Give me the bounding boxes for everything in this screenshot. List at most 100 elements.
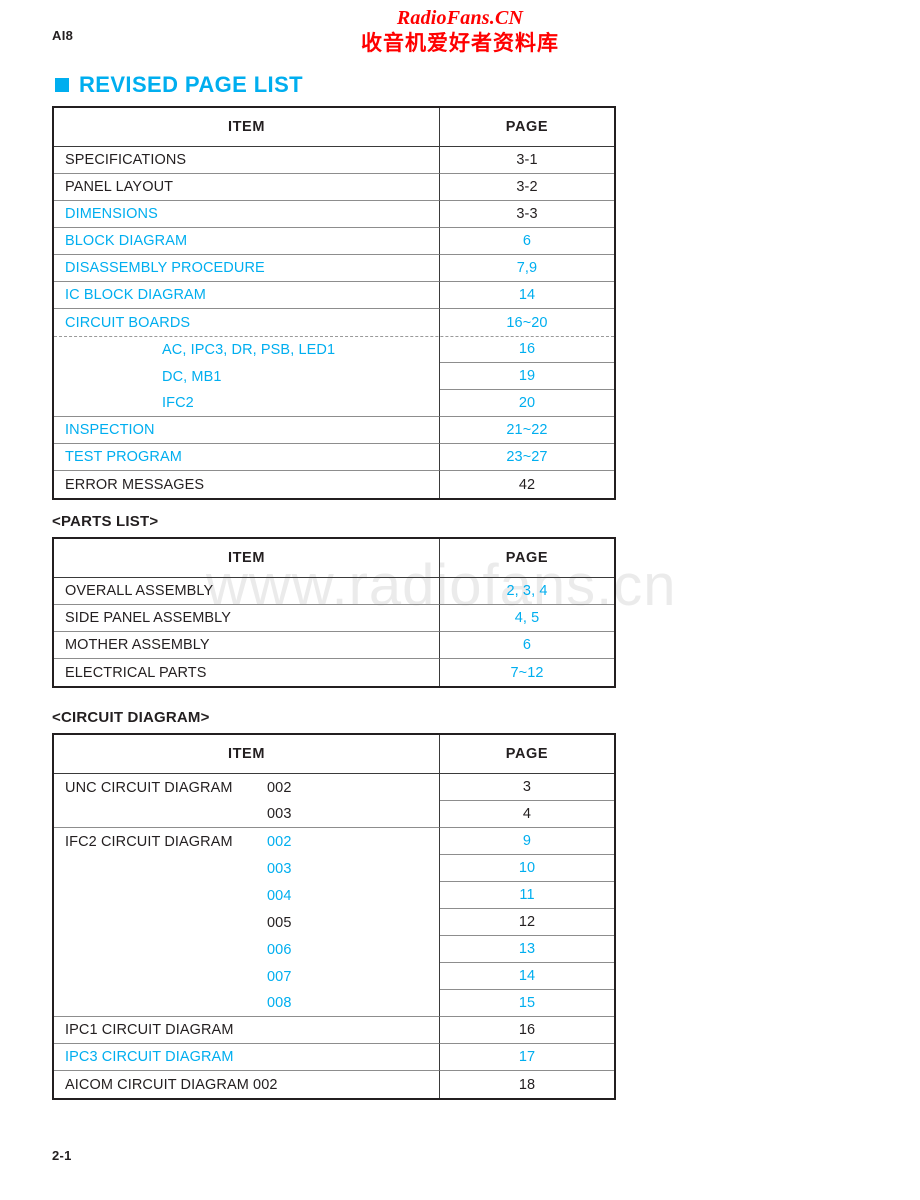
cell-item: SPECIFICATIONS — [54, 147, 440, 174]
cell-item: 003 — [54, 855, 440, 882]
table-row: 008 15 — [54, 990, 614, 1017]
circuit-diagram-heading: <CIRCUIT DIAGRAM> — [52, 709, 210, 726]
cell-item-label: DIMENSIONS — [65, 206, 158, 222]
page-header-model-code: AI8 — [52, 28, 74, 43]
table-row: AC, IPC3, DR, PSB, LED1 16 — [54, 336, 614, 363]
cell-page-value: 3-1 — [516, 152, 538, 168]
cell-page: 6 — [440, 228, 614, 255]
cell-page-value: 4 — [522, 806, 532, 822]
cell-page-value: 19 — [518, 368, 536, 384]
cell-page-value: 6 — [522, 637, 532, 653]
cell-item: BLOCK DIAGRAM — [54, 228, 440, 255]
table-row: 004 11 — [54, 882, 614, 909]
table-row: SPECIFICATIONS 3-1 — [54, 147, 614, 174]
table-row: IC BLOCK DIAGRAM 14 — [54, 282, 614, 309]
cell-item: 008 — [54, 990, 440, 1017]
cell-item: 006 — [54, 936, 440, 963]
cell-item-label: SIDE PANEL ASSEMBLY — [65, 610, 232, 626]
cell-item-label: ELECTRICAL PARTS — [65, 664, 207, 681]
cell-page-value: 7,9 — [516, 260, 538, 276]
watermark-latin-text: RadioFans.CN — [396, 7, 524, 29]
cell-item: IC BLOCK DIAGRAM — [54, 282, 440, 309]
table-row: IPC3 CIRCUIT DIAGRAM 17 — [54, 1044, 614, 1071]
cell-page-value: 16~20 — [506, 314, 548, 331]
cell-page: 4 — [440, 801, 614, 828]
cell-page: 7,9 — [440, 255, 614, 282]
cell-item: SIDE PANEL ASSEMBLY — [54, 605, 440, 632]
cell-item-subnumber: 008 — [267, 995, 292, 1011]
cell-item: DIMENSIONS — [54, 201, 440, 228]
cell-page-value: 14 — [518, 968, 536, 984]
cell-page-value: 21~22 — [506, 422, 548, 438]
cell-item-label: PANEL LAYOUT — [65, 179, 174, 195]
table-header-row: ITEM PAGE — [54, 108, 614, 147]
cell-page: 23~27 — [440, 444, 614, 471]
cell-item: OVERALL ASSEMBLY — [54, 578, 440, 605]
table-row: UNC CIRCUIT DIAGRAM 002 3 — [54, 774, 614, 801]
table-row: IFC2 20 — [54, 390, 614, 417]
cell-item: 007 — [54, 963, 440, 990]
cell-page: 6 — [440, 632, 614, 659]
table-row: DIMENSIONS 3-3 — [54, 201, 614, 228]
cell-item-label: SPECIFICATIONS — [65, 152, 187, 168]
cell-page: 3-1 — [440, 147, 614, 174]
cell-page-value: 2, 3, 4 — [506, 583, 548, 599]
table-row: ERROR MESSAGES 42 — [54, 471, 614, 498]
cell-page: 11 — [440, 882, 614, 909]
cell-page-value: 3-2 — [516, 179, 538, 195]
cell-page-value: 18 — [518, 1076, 536, 1093]
cell-item-label: CIRCUIT BOARDS — [65, 314, 191, 331]
cell-page-value: 11 — [519, 887, 535, 903]
cell-item: INSPECTION — [54, 417, 440, 444]
cell-item: 003 — [54, 801, 440, 828]
cell-item-label: IFC2 — [162, 395, 194, 411]
watermark-cjk-text: 收音机爱好者资料库 — [361, 30, 559, 55]
cell-page-value: 4, 5 — [514, 610, 540, 626]
cell-page: 4, 5 — [440, 605, 614, 632]
cell-item: AC, IPC3, DR, PSB, LED1 — [54, 336, 440, 363]
cell-item-label: IPC1 CIRCUIT DIAGRAM — [65, 1022, 234, 1038]
cell-page: 21~22 — [440, 417, 614, 444]
circuit-diagram-body: UNC CIRCUIT DIAGRAM 002 3 003 4 IFC2 CIRCUIT … — [54, 774, 614, 1098]
column-header-page: PAGE — [505, 550, 549, 566]
cell-page-value: 17 — [518, 1049, 536, 1065]
cell-item: DC, MB1 — [54, 363, 440, 390]
cell-page: 9 — [440, 828, 614, 855]
cell-item-label: IPC3 CIRCUIT DIAGRAM — [65, 1049, 234, 1065]
cell-item: 004 — [54, 882, 440, 909]
cell-item: MOTHER ASSEMBLY — [54, 632, 440, 659]
cell-item: 005 — [54, 909, 440, 936]
cell-page: 13 — [440, 936, 614, 963]
page-footer-number: 2-1 — [52, 1148, 72, 1163]
table-row: DC, MB1 19 — [54, 363, 614, 390]
cell-item: TEST PROGRAM — [54, 444, 440, 471]
cell-page-value: 42 — [518, 476, 536, 493]
cell-item-label: BLOCK DIAGRAM — [65, 233, 188, 249]
cell-page: 17 — [440, 1044, 614, 1071]
cell-item-subnumber: 003 — [267, 860, 292, 877]
table-row: 003 4 — [54, 801, 614, 828]
cell-page: 2, 3, 4 — [440, 578, 614, 605]
cell-page: 10 — [440, 855, 614, 882]
cell-page-value: 7~12 — [510, 664, 544, 681]
table-row: 003 10 — [54, 855, 614, 882]
section-title: REVISED PAGE LIST — [55, 72, 303, 98]
circuit-diagram-table: ITEM PAGE UNC CIRCUIT DIAGRAM 002 3 003 4 IFC… — [52, 733, 616, 1100]
cell-page-value: 3 — [522, 779, 532, 795]
table-row: ELECTRICAL PARTS 7~12 — [54, 659, 614, 686]
cell-page: 3-3 — [440, 201, 614, 228]
cell-item: UNC CIRCUIT DIAGRAM 002 — [54, 774, 440, 801]
table-row: TEST PROGRAM 23~27 — [54, 444, 614, 471]
cell-item: AICOM CIRCUIT DIAGRAM 002 — [54, 1071, 440, 1098]
table-row: IFC2 CIRCUIT DIAGRAM 002 9 — [54, 828, 614, 855]
cell-item-subnumber: 002 — [267, 833, 292, 850]
cell-page: 18 — [440, 1071, 614, 1098]
cell-page-value: 13 — [518, 941, 536, 957]
column-header-item: ITEM — [54, 735, 440, 773]
cell-item: IPC1 CIRCUIT DIAGRAM — [54, 1017, 440, 1044]
table-row: 007 14 — [54, 963, 614, 990]
cell-page-value: 15 — [518, 995, 536, 1011]
cell-page: 3 — [440, 774, 614, 801]
cell-item-subnumber: 005 — [267, 914, 292, 931]
cell-page: 14 — [440, 282, 614, 309]
